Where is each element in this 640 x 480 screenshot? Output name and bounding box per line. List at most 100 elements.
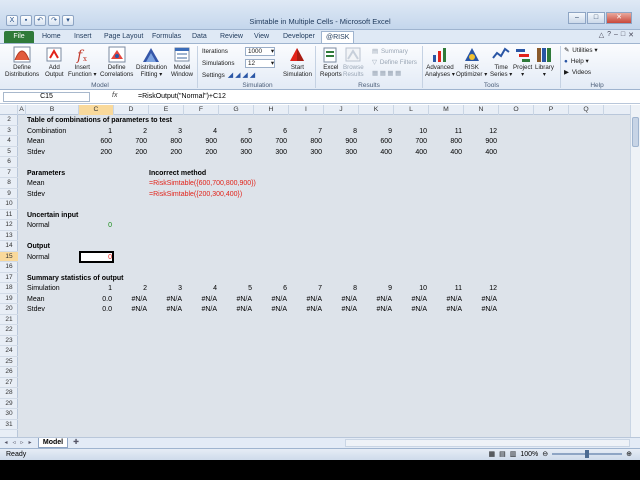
insert-function-icon[interactable]: fx <box>112 92 117 99</box>
column-header-p[interactable]: P <box>534 105 569 115</box>
next-sheet-icon[interactable]: ▹ <box>18 439 26 447</box>
combination-value[interactable]: 3 <box>149 127 184 137</box>
simulation-number[interactable]: 3 <box>149 284 184 294</box>
sheet-tab-model[interactable]: Model <box>38 438 68 448</box>
incorrect-formula-mean[interactable]: =RiskSimtable({600,700,800,900}) <box>149 179 256 189</box>
page-layout-view-icon[interactable]: ▤ <box>499 450 506 458</box>
stdev-value[interactable]: 300 <box>219 148 254 158</box>
minimize-button[interactable]: – <box>568 12 586 24</box>
help-icon[interactable]: ? <box>607 31 611 39</box>
stdev-value[interactable]: 400 <box>394 148 429 158</box>
column-header-d[interactable]: D <box>114 105 149 115</box>
simulation-number[interactable]: 5 <box>219 284 254 294</box>
advanced-analyses-button[interactable]: Advanced Analyses ▾ <box>425 46 455 78</box>
summary-mean-value[interactable]: #N/A <box>429 295 464 305</box>
summary-mean-value[interactable]: #N/A <box>359 295 394 305</box>
mean-value[interactable]: 600 <box>79 137 114 147</box>
formula-input[interactable]: =RiskOutput("Normal")+C12 <box>138 92 226 101</box>
zoom-out-icon[interactable]: ⊖ <box>542 450 548 458</box>
column-header-o[interactable]: O <box>499 105 534 115</box>
row-header[interactable]: 6 <box>0 157 18 168</box>
row-header[interactable]: 10 <box>0 199 18 210</box>
summary-button[interactable]: ▤ Summary <box>372 48 408 55</box>
horizontal-scrollbar[interactable] <box>345 439 630 447</box>
column-header-n[interactable]: N <box>464 105 499 115</box>
summary-mean-value[interactable]: #N/A <box>324 295 359 305</box>
zoom-in-icon[interactable]: ⊕ <box>626 450 632 458</box>
column-header-h[interactable]: H <box>254 105 289 115</box>
results-small-icons[interactable]: ▦ ▦ ▦ ▦ <box>372 70 401 77</box>
summary-mean-value[interactable]: #N/A <box>254 295 289 305</box>
row-header[interactable]: 23 <box>0 336 18 346</box>
row-header[interactable]: 15 <box>0 251 18 262</box>
column-header-c[interactable]: C <box>79 105 114 115</box>
column-header-l[interactable]: L <box>394 105 429 115</box>
scroll-thumb[interactable] <box>632 117 639 147</box>
normal-view-icon[interactable]: ▦ <box>488 450 495 458</box>
stdev-value[interactable]: 400 <box>359 148 394 158</box>
mean-value[interactable]: 900 <box>324 137 359 147</box>
library-button[interactable]: Library ▾ <box>535 46 554 78</box>
summary-stdev-value[interactable]: 0.0 <box>79 305 114 315</box>
utilities-button[interactable]: ✎ Utilities ▾ <box>564 47 597 54</box>
row-header[interactable]: 25 <box>0 357 18 367</box>
summary-stdev-value[interactable]: #N/A <box>464 305 499 315</box>
tab-insert[interactable]: Insert <box>74 31 92 43</box>
summary-mean-value[interactable]: #N/A <box>289 295 324 305</box>
page-break-view-icon[interactable]: ▥ <box>510 450 517 458</box>
combination-value[interactable]: 12 <box>464 127 499 137</box>
define-correlations-button[interactable]: Define Correlations <box>100 46 133 78</box>
doc-close-icon[interactable]: ✕ <box>628 31 634 39</box>
select-all-corner[interactable] <box>0 105 18 115</box>
column-header-a[interactable]: A <box>18 105 26 115</box>
project-button[interactable]: Project ▾ <box>513 46 532 78</box>
row-header[interactable]: 9 <box>0 189 18 199</box>
row-header[interactable]: 13 <box>0 231 18 241</box>
videos-button[interactable]: ▶ Videos <box>564 69 591 76</box>
stdev-value[interactable]: 200 <box>149 148 184 158</box>
row-header[interactable]: 27 <box>0 378 18 388</box>
help-button[interactable]: ● Help ▾ <box>564 58 589 65</box>
column-header-b[interactable]: B <box>26 105 79 115</box>
row-header[interactable]: 4 <box>0 136 18 147</box>
zoom-slider[interactable] <box>552 450 623 458</box>
ribbon-minimize-icon[interactable]: △ <box>599 31 604 39</box>
summary-stdev-value[interactable]: #N/A <box>429 305 464 315</box>
prev-sheet-icon[interactable]: ◃ <box>10 439 18 447</box>
summary-stdev-value[interactable]: #N/A <box>324 305 359 315</box>
vertical-scrollbar[interactable] <box>630 105 640 437</box>
tab-home[interactable]: Home <box>42 31 61 43</box>
row-header[interactable]: 28 <box>0 388 18 399</box>
normal-output-value[interactable]: 0 <box>79 253 114 263</box>
column-header-g[interactable]: G <box>219 105 254 115</box>
tab-review[interactable]: Review <box>220 31 243 43</box>
mean-value[interactable]: 700 <box>394 137 429 147</box>
simulation-number[interactable]: 12 <box>464 284 499 294</box>
row-header[interactable]: 26 <box>0 367 18 378</box>
column-header-f[interactable]: F <box>184 105 219 115</box>
zoom-slider-knob[interactable] <box>585 450 590 458</box>
simulation-number[interactable]: 9 <box>359 284 394 294</box>
doc-minimize-icon[interactable]: – <box>614 31 618 39</box>
define-filters-button[interactable]: ▽ Define Filters <box>372 59 417 66</box>
column-header-j[interactable]: J <box>324 105 359 115</box>
summary-stdev-value[interactable]: #N/A <box>114 305 149 315</box>
row-header[interactable]: 31 <box>0 420 18 430</box>
simulation-number[interactable]: 4 <box>184 284 219 294</box>
summary-mean-value[interactable]: 0.0 <box>79 295 114 305</box>
mean-value[interactable]: 800 <box>149 137 184 147</box>
mean-value[interactable]: 700 <box>254 137 289 147</box>
row-header[interactable]: 18 <box>0 283 18 294</box>
combination-value[interactable]: 7 <box>289 127 324 137</box>
column-header-k[interactable]: K <box>359 105 394 115</box>
simulation-number[interactable]: 1 <box>79 284 114 294</box>
settings-icons[interactable]: ◢ ◢ ◢ ◢ <box>228 71 255 79</box>
summary-stdev-value[interactable]: #N/A <box>394 305 429 315</box>
combination-value[interactable]: 2 <box>114 127 149 137</box>
stdev-value[interactable]: 300 <box>254 148 289 158</box>
incorrect-formula-stdev[interactable]: =RiskSimtable({200,300,400}) <box>149 190 242 200</box>
simulation-number[interactable]: 7 <box>289 284 324 294</box>
excel-reports-button[interactable]: Excel Reports <box>320 46 342 78</box>
row-header[interactable]: 22 <box>0 325 18 336</box>
iterations-input[interactable]: 1000 ▾ <box>245 47 275 56</box>
